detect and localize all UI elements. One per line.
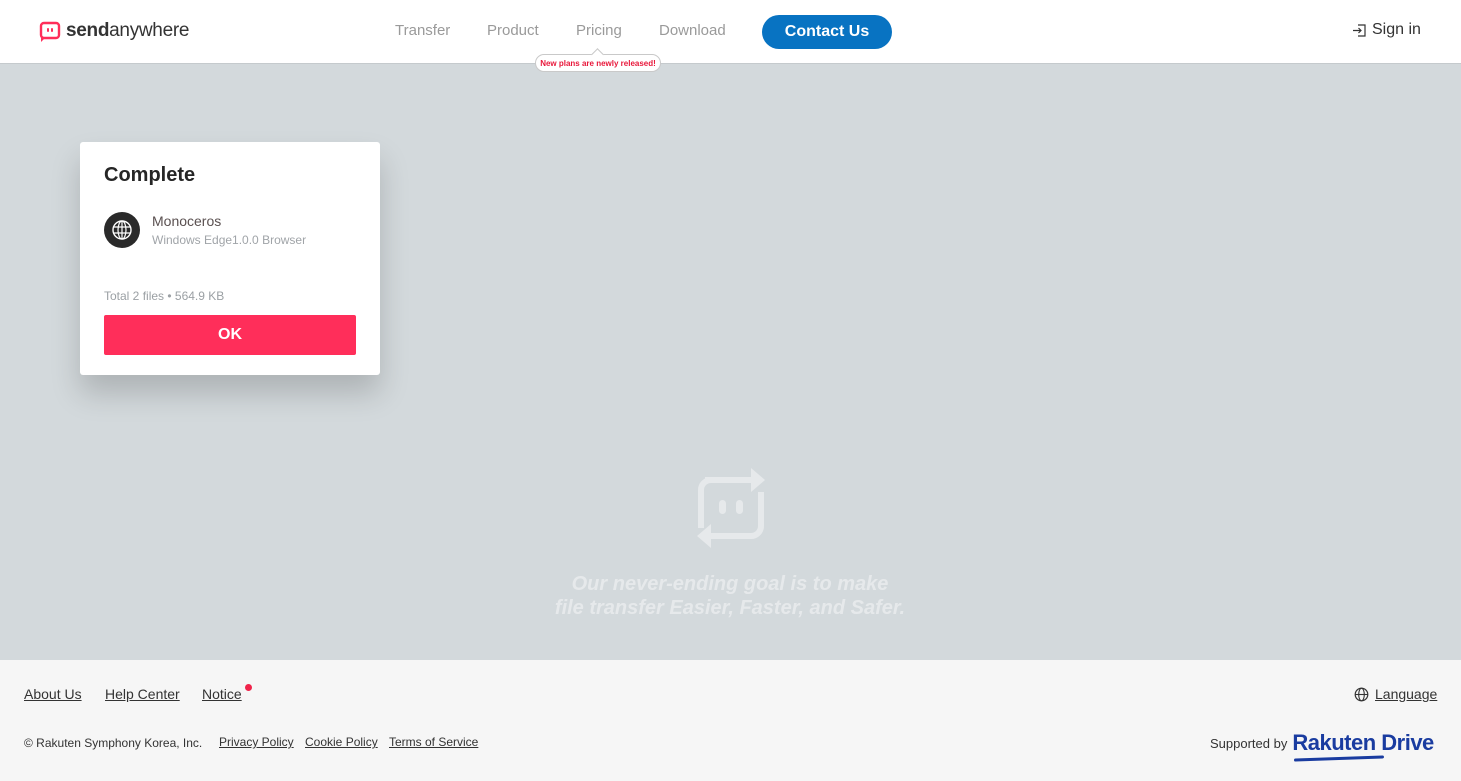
device-detail: Windows Edge1.0.0 Browser xyxy=(152,233,307,247)
supported-by: Supported by Rakuten Drive xyxy=(1210,730,1434,756)
globe-icon xyxy=(112,220,132,240)
ok-button[interactable]: OK xyxy=(104,315,356,355)
pricing-tooltip: New plans are newly released! xyxy=(535,54,661,72)
footer-notice-link[interactable]: Notice xyxy=(202,686,242,702)
tagline-line-1: Our never-ending goal is to make xyxy=(571,573,889,595)
tagline-line-2: file transfer Easier, Faster, and Safer. xyxy=(554,597,906,619)
terms-of-service-link[interactable]: Terms of Service xyxy=(389,735,478,749)
supported-by-label: Supported by xyxy=(1210,735,1288,751)
nav-download[interactable]: Download xyxy=(659,22,726,39)
privacy-policy-link[interactable]: Privacy Policy xyxy=(219,735,294,749)
sign-in-label: Sign in xyxy=(1372,21,1421,38)
language-label: Language xyxy=(1375,686,1438,702)
globe-icon xyxy=(1354,687,1369,701)
notice-badge-dot xyxy=(245,684,252,691)
nav-transfer[interactable]: Transfer xyxy=(395,22,450,39)
footer: About Us Help Center Notice Language © R… xyxy=(0,660,1461,781)
language-selector[interactable]: Language xyxy=(1354,686,1437,702)
footer-help-center-link[interactable]: Help Center xyxy=(105,686,180,702)
rakuten-drive-logo[interactable]: Rakuten Drive xyxy=(1292,730,1434,756)
copyright-text: © Rakuten Symphony Korea, Inc. xyxy=(24,736,203,750)
sendanywhere-logo[interactable]: sendanywhere xyxy=(39,20,189,42)
device-row: Monoceros Windows Edge1.0.0 Browser xyxy=(104,212,356,248)
sendanywhere-logo-icon xyxy=(39,21,61,42)
footer-about-us-link[interactable]: About Us xyxy=(24,686,82,702)
top-header: sendanywhere Transfer Product Pricing Do… xyxy=(0,0,1461,64)
sendanywhere-watermark-icon xyxy=(697,468,765,548)
device-name: Monoceros xyxy=(152,213,222,229)
cookie-policy-link[interactable]: Cookie Policy xyxy=(305,735,378,749)
transfer-summary: Total 2 files • 564.9 KB xyxy=(104,289,225,303)
sign-in-button[interactable]: Sign in xyxy=(1352,21,1421,39)
dialog-title: Complete xyxy=(104,164,196,186)
nav-pricing[interactable]: Pricing xyxy=(576,22,622,39)
hero-tagline: Our never-ending goal is to make file tr… xyxy=(430,572,1030,620)
transfer-complete-dialog: Complete Monoceros Windows Edge1.0.0 Bro… xyxy=(80,142,380,375)
nav-product[interactable]: Product xyxy=(487,22,539,39)
logo-text: sendanywhere xyxy=(66,20,190,41)
sign-in-icon xyxy=(1353,23,1366,37)
device-avatar xyxy=(104,212,140,248)
contact-us-button[interactable]: Contact Us xyxy=(762,15,892,49)
